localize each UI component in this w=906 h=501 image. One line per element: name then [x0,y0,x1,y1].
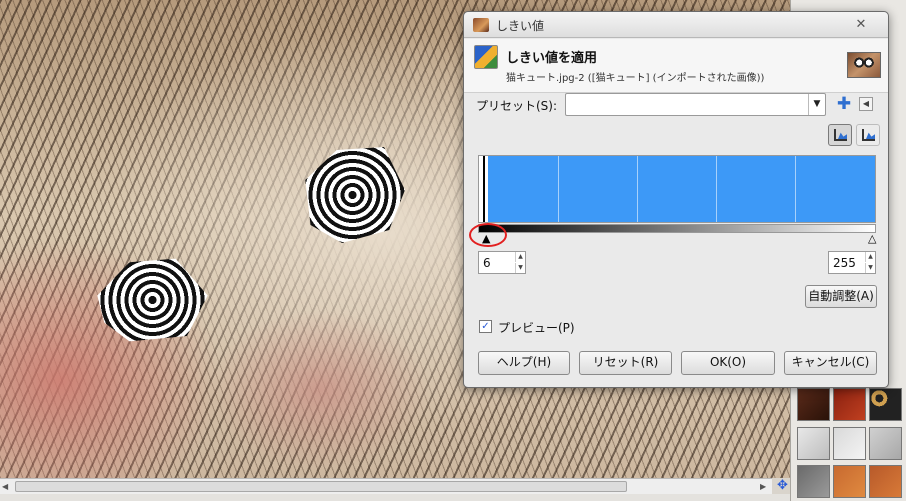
status-bar [0,494,790,501]
horizontal-scrollbar[interactable]: ◀ ▶ [0,478,772,494]
high-threshold-handle[interactable]: △ [868,233,876,245]
linear-histogram-button[interactable] [828,124,852,146]
histogram[interactable] [478,155,876,223]
pattern-swatch[interactable] [833,465,866,499]
header-subtitle: 猫キュート.jpg-2 ([猫キュート] (インポートされた画像)) [506,73,765,84]
pattern-swatch[interactable] [797,465,830,499]
auto-adjust-button[interactable]: 自動調整(A) [805,285,877,308]
low-threshold-spinbox[interactable]: 6 ▲ ▼ [478,251,526,274]
cat-eye-right [305,147,405,243]
pattern-swatch[interactable] [869,465,902,499]
dialog-title: しきい値 [496,19,545,33]
histogram-gridline [795,156,796,222]
linear-histogram-icon [834,129,847,141]
preset-combobox[interactable] [565,93,826,116]
navigate-icon[interactable]: ✥ [775,478,790,494]
cat-eye-left [97,258,208,342]
value-gradient-bar [478,224,876,233]
pattern-swatch[interactable] [869,426,902,460]
gimp-app-icon [473,18,489,32]
log-histogram-icon [862,129,875,141]
annotation-circle [469,223,507,247]
pattern-swatch[interactable] [833,388,866,421]
spin-up-icon[interactable]: ▲ [865,252,875,262]
threshold-dialog: しきい値 ✕ しきい値を適用 猫キュート.jpg-2 ([猫キュート] (インポ… [463,11,889,388]
high-threshold-spinbox[interactable]: 255 ▲ ▼ [828,251,876,274]
preview-label[interactable]: プレビュー(P) [498,319,575,336]
scrollbar-thumb[interactable] [15,481,627,492]
threshold-tool-icon [474,45,498,69]
spin-down-icon[interactable]: ▼ [515,263,525,273]
ok-button[interactable]: OK(O) [681,351,775,375]
help-button[interactable]: ヘルプ(H) [478,351,570,375]
cancel-button[interactable]: キャンセル(C) [784,351,877,375]
scroll-right-icon[interactable]: ▶ [760,482,770,492]
dialog-titlebar[interactable]: しきい値 ✕ [464,12,888,38]
histogram-peak [483,156,485,222]
histogram-gridline [637,156,638,222]
header-title: しきい値を適用 [506,51,598,66]
log-histogram-button[interactable] [856,124,880,146]
pattern-swatch[interactable] [797,388,830,421]
spin-up-icon[interactable]: ▲ [515,252,525,262]
dialog-header: しきい値を適用 猫キュート.jpg-2 ([猫キュート] (インポートされた画像… [464,39,888,93]
histogram-gridline [558,156,559,222]
add-preset-icon[interactable]: ✚ [836,96,852,113]
chevron-down-icon[interactable]: ▼ [808,94,825,115]
pattern-swatch[interactable] [869,388,902,421]
histogram-selected-range [479,156,875,222]
low-threshold-value[interactable]: 6 [483,256,491,270]
histogram-gridline [716,156,717,222]
scroll-left-icon[interactable]: ◀ [2,482,12,492]
image-thumbnail [847,52,881,78]
preview-checkbox[interactable]: ✓ [479,320,492,333]
preset-menu-icon[interactable]: ◀ [859,97,873,111]
spin-down-icon[interactable]: ▼ [865,263,875,273]
pattern-swatch[interactable] [797,426,830,460]
pattern-grid [797,388,906,501]
pattern-swatch[interactable] [833,426,866,460]
high-threshold-value[interactable]: 255 [833,256,856,270]
reset-button[interactable]: リセット(R) [579,351,672,375]
close-icon[interactable]: ✕ [850,16,872,34]
preset-label: プリセット(S): [476,99,558,113]
